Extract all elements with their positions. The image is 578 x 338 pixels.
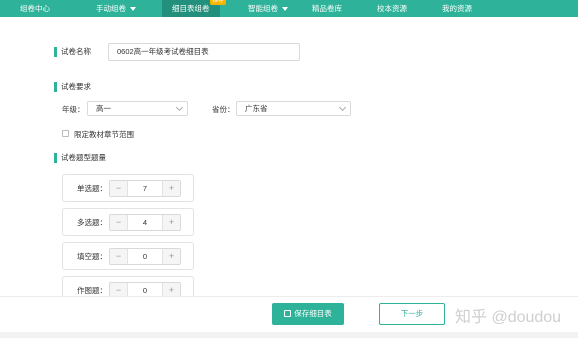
nav-label: 校本资源: [377, 4, 407, 13]
plus-button[interactable]: +: [162, 215, 180, 230]
quantity-stepper: − 4 +: [109, 214, 181, 231]
chevron-down-icon: [130, 7, 136, 12]
nav-label: 手动组卷: [96, 4, 126, 13]
nav-item-school[interactable]: 校本资源: [377, 0, 407, 17]
qtype-row-single: 单选题： − 7 +: [62, 174, 194, 202]
limit-chapter-label: 限定教材章节范围: [74, 130, 134, 139]
watermark: 知乎 @doudou: [455, 309, 562, 326]
minus-button[interactable]: −: [110, 249, 128, 264]
qtype-label: 单选题：: [77, 184, 107, 193]
qtype-label: 作图题：: [77, 286, 107, 295]
nav-item-premium[interactable]: 精品卷库: [312, 0, 342, 17]
chevron-down-icon: [338, 103, 347, 112]
nav-label: 细目表组卷: [172, 4, 210, 13]
limit-chapter-checkbox[interactable]: [62, 130, 69, 137]
top-nav: 组卷中心 手动组卷 细目表组卷 推荐 智能组卷 精品卷库 校本资源 我的资源: [0, 0, 578, 17]
province-value: 广东省: [245, 104, 268, 113]
nav-item-smart[interactable]: 智能组卷: [248, 0, 288, 17]
plus-button[interactable]: +: [162, 249, 180, 264]
next-label: 下一步: [400, 309, 424, 318]
save-button[interactable]: 保存细目表: [272, 303, 344, 325]
nav-label: 我的资源: [442, 4, 472, 13]
save-icon: [284, 310, 292, 317]
grade-select[interactable]: 高一: [87, 101, 188, 116]
recommend-badge: 推荐: [210, 0, 226, 5]
province-select[interactable]: 广东省: [236, 101, 351, 116]
qtype-row-fill: 填空题： − 0 +: [62, 242, 194, 270]
status-strip: [0, 332, 578, 338]
paper-name-label: 试卷名称: [54, 46, 91, 58]
nav-item-manual[interactable]: 手动组卷: [96, 0, 136, 17]
requirements-title: 试卷要求: [54, 81, 91, 93]
quantity-stepper: − 7 +: [109, 180, 181, 197]
nav-item-table[interactable]: 细目表组卷 推荐: [162, 0, 226, 17]
nav-item-zujuan-center[interactable]: 组卷中心: [20, 0, 50, 17]
stepper-input[interactable]: 4: [128, 215, 162, 230]
plus-button[interactable]: +: [162, 181, 180, 196]
chevron-down-icon: [175, 103, 184, 112]
nav-label: 智能组卷: [248, 4, 278, 13]
nav-label: 组卷中心: [20, 4, 50, 13]
quantity-stepper: − 0 +: [109, 248, 181, 265]
save-label: 保存细目表: [294, 309, 332, 318]
qtype-row-multiple: 多选题： − 4 +: [62, 208, 194, 236]
chevron-down-icon: [282, 7, 288, 12]
page: 组卷中心 手动组卷 细目表组卷 推荐 智能组卷 精品卷库 校本资源 我的资源 试…: [0, 0, 578, 338]
minus-button[interactable]: −: [110, 215, 128, 230]
nav-label: 精品卷库: [312, 4, 342, 13]
qtype-label: 多选题：: [77, 218, 107, 227]
minus-button[interactable]: −: [110, 181, 128, 196]
paper-name-input[interactable]: 0602高一年级考试卷细目表: [108, 43, 300, 61]
stepper-input[interactable]: 0: [128, 249, 162, 264]
stepper-input[interactable]: 7: [128, 181, 162, 196]
nav-item-mine[interactable]: 我的资源: [442, 0, 472, 17]
grade-label: 年级：: [62, 105, 85, 114]
next-button[interactable]: 下一步: [379, 303, 445, 325]
qtype-label: 填空题：: [77, 252, 107, 261]
question-count-title: 试卷题型题量: [54, 152, 106, 164]
grade-value: 高一: [96, 104, 111, 113]
province-label: 省份：: [212, 105, 235, 114]
